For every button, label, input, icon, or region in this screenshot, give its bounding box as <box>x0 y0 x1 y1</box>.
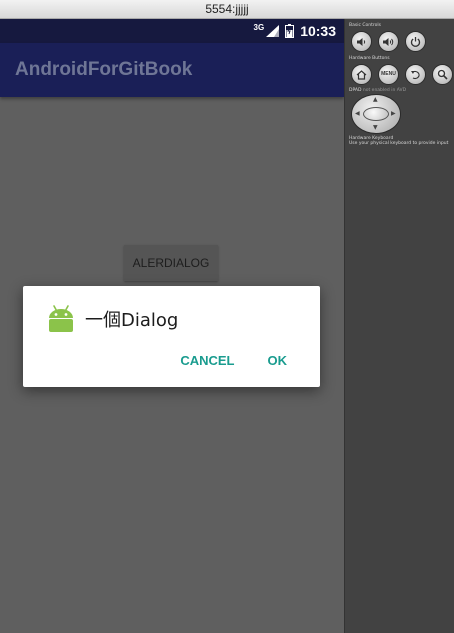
dpad-note: not enabled in AVD <box>362 88 407 93</box>
status-icons: 3G 10:33 <box>254 19 336 43</box>
dialog-actions: CANCEL OK <box>167 348 320 374</box>
cancel-button[interactable]: CANCEL <box>167 348 247 374</box>
ok-button[interactable]: OK <box>248 348 321 374</box>
window-title: 5554:jjjjj <box>0 0 454 19</box>
dpad-center-button[interactable] <box>363 107 389 121</box>
dpad-control[interactable]: ▲ ▼ ◀ ▶ <box>351 94 401 134</box>
network-type-label: 3G <box>253 22 265 32</box>
alert-dialog-button[interactable]: ALERDIALOG <box>124 245 218 281</box>
dpad-left-icon[interactable]: ◀ <box>355 111 360 117</box>
dpad-label: DPAD not enabled in AVD <box>349 88 406 93</box>
dpad-down-icon[interactable]: ▼ <box>373 125 378 131</box>
volume-down-icon[interactable] <box>351 31 372 52</box>
android-robot-icon <box>49 305 73 332</box>
app-bar: AndroidForGitBook <box>0 43 344 97</box>
hardware-buttons-label: Hardware Buttons <box>349 56 390 61</box>
hardware-keyboard-note: Use your physical keyboard to provide in… <box>349 141 449 146</box>
search-icon[interactable] <box>432 64 453 85</box>
menu-button-label: MENU <box>381 71 396 77</box>
signal-icon <box>266 25 280 37</box>
alert-dialog: 一個Dialog CANCEL OK <box>23 286 320 387</box>
emulator-screen[interactable]: 3G 10:33 AndroidForGitBook ALERDIALOG 一個… <box>0 19 344 633</box>
power-icon[interactable] <box>405 31 426 52</box>
dpad-right-icon[interactable]: ▶ <box>391 111 396 117</box>
menu-button[interactable]: MENU <box>378 64 399 85</box>
dpad-label-text: DPAD <box>349 88 362 93</box>
status-clock: 10:33 <box>300 23 336 39</box>
dialog-title: 一個Dialog <box>85 310 179 331</box>
battery-icon <box>285 24 295 38</box>
home-icon[interactable] <box>351 64 372 85</box>
app-title: AndroidForGitBook <box>15 59 193 80</box>
basic-controls-label: Basic Controls <box>349 23 381 28</box>
status-bar: 3G 10:33 <box>0 19 344 43</box>
back-icon[interactable] <box>405 64 426 85</box>
emulator-controls-panel: Basic Controls Hardware Buttons MENU DPA… <box>344 19 454 633</box>
dpad-up-icon[interactable]: ▲ <box>373 97 378 103</box>
volume-up-icon[interactable] <box>378 31 399 52</box>
